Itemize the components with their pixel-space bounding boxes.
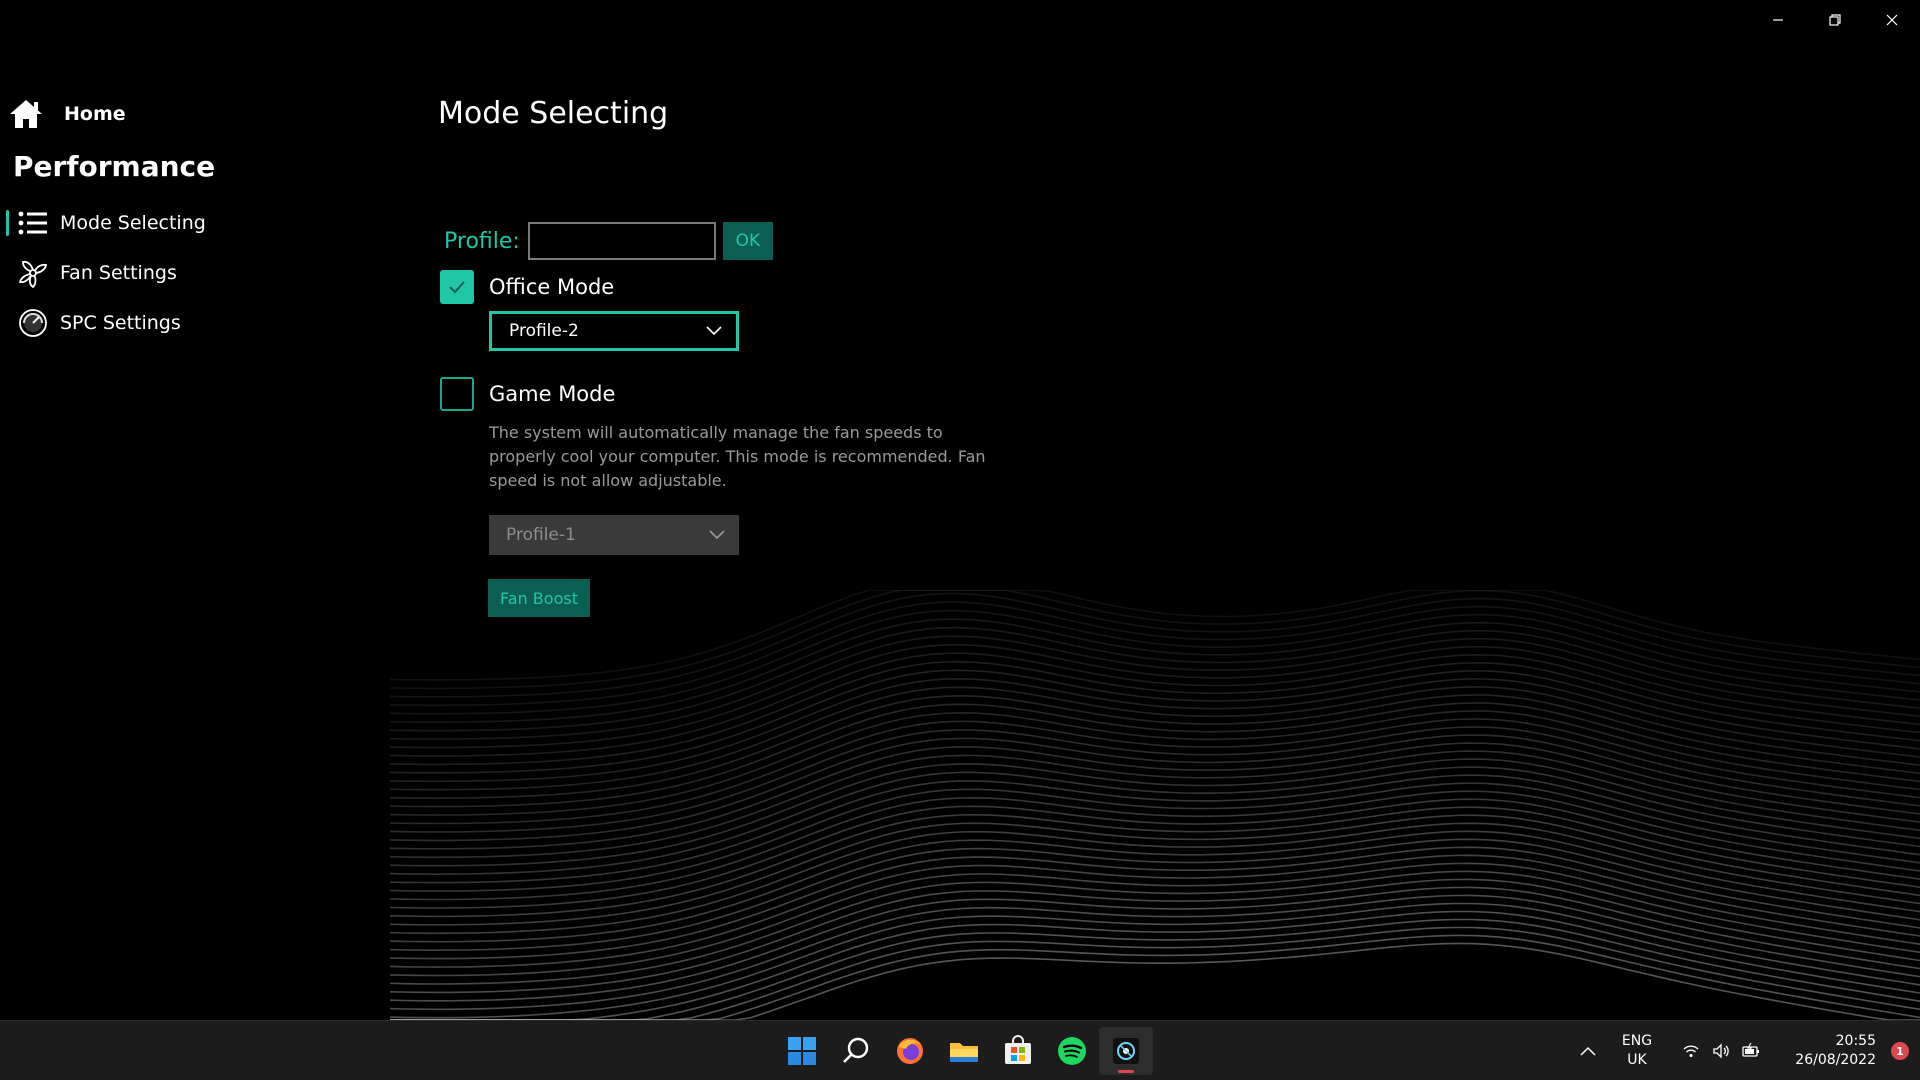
chevron-down-icon xyxy=(706,326,722,336)
chevron-down-icon xyxy=(709,530,725,540)
clock[interactable]: 20:55 26/08/2022 xyxy=(1766,1032,1884,1070)
spotify-app[interactable] xyxy=(1045,1027,1099,1075)
volume-icon xyxy=(1706,1036,1736,1066)
battery-charging-icon xyxy=(1736,1036,1766,1066)
language-indicator[interactable]: ENG UK xyxy=(1606,1032,1668,1070)
office-mode-profile-dropdown[interactable]: Profile-2 xyxy=(489,311,739,351)
office-mode-checkbox-row[interactable]: Office Mode xyxy=(440,270,614,304)
sidebar-nav: Mode Selecting Fan Settings SPC Settings xyxy=(0,198,380,348)
search-icon xyxy=(843,1037,869,1063)
sidebar-item-label: Fan Settings xyxy=(60,262,177,284)
game-mode-checkbox-row[interactable]: Game Mode xyxy=(440,377,615,411)
home-nav-button[interactable]: Home xyxy=(0,90,380,138)
office-mode-label: Office Mode xyxy=(489,275,615,299)
dropdown-value: Profile-1 xyxy=(506,525,576,545)
taskbar: ENG UK 20:55 26/08/2022 1 xyxy=(0,1020,1920,1080)
wave-line xyxy=(390,910,1920,1020)
checkmark-icon xyxy=(449,281,465,294)
quick-settings[interactable] xyxy=(1676,1036,1766,1066)
file-explorer-app[interactable] xyxy=(937,1027,991,1075)
clock-time: 20:55 xyxy=(1835,1033,1876,1049)
home-icon xyxy=(10,100,42,128)
home-label: Home xyxy=(64,103,126,125)
ok-button[interactable]: OK xyxy=(722,222,773,260)
windows-start-icon xyxy=(788,1037,816,1065)
profile-label: Profile: xyxy=(444,228,520,254)
search-button[interactable] xyxy=(829,1027,883,1075)
section-title: Performance xyxy=(13,150,216,183)
wave-background xyxy=(390,590,1920,1020)
microsoft-store-icon xyxy=(1005,1035,1031,1064)
taskbar-apps xyxy=(775,1027,1153,1075)
wifi-icon xyxy=(1676,1036,1706,1066)
game-mode-checkbox[interactable] xyxy=(440,377,474,411)
show-hidden-icons-button[interactable] xyxy=(1570,1021,1606,1080)
game-mode-label: Game Mode xyxy=(489,382,616,406)
wave-line xyxy=(390,830,1920,943)
wave-line xyxy=(390,918,1920,1020)
gauge-icon xyxy=(16,307,50,339)
profile-row: Profile: OK xyxy=(444,222,773,260)
restore-button[interactable] xyxy=(1806,0,1863,40)
language-region: UK xyxy=(1627,1052,1647,1068)
microsoft-store-app[interactable] xyxy=(991,1027,1045,1075)
language-code: ENG xyxy=(1621,1033,1653,1049)
close-icon xyxy=(1886,14,1897,26)
window-controls xyxy=(1749,0,1920,40)
office-mode-checkbox[interactable] xyxy=(440,270,474,304)
fan-boost-button[interactable]: Fan Boost xyxy=(488,579,590,617)
chevron-up-icon xyxy=(1580,1046,1596,1056)
minimize-icon xyxy=(1772,19,1783,21)
restore-icon xyxy=(1828,14,1841,26)
sidebar: Home Performance Mode Selecting Fan Sett… xyxy=(0,90,380,348)
control-center-icon xyxy=(1113,1038,1139,1064)
clock-date: 26/08/2022 xyxy=(1795,1052,1876,1068)
dropdown-value: Profile-2 xyxy=(509,321,579,341)
list-icon xyxy=(16,207,50,239)
sidebar-item-label: SPC Settings xyxy=(60,312,181,334)
close-button[interactable] xyxy=(1863,0,1920,40)
notification-badge: 1 xyxy=(1891,1042,1909,1060)
game-mode-description: The system will automatically manage the… xyxy=(489,423,986,490)
start-button[interactable] xyxy=(775,1027,829,1075)
wave-line xyxy=(390,686,1920,791)
mode-panel: Profile: OK Office Mode Profile-2 Game M… xyxy=(438,96,1138,636)
notification-center-button[interactable]: 1 xyxy=(1884,1021,1916,1080)
control-center-app[interactable] xyxy=(1099,1027,1153,1075)
sidebar-item-mode-selecting[interactable]: Mode Selecting xyxy=(0,198,380,248)
minimize-button[interactable] xyxy=(1749,0,1806,40)
sidebar-item-fan-settings[interactable]: Fan Settings xyxy=(0,248,380,298)
sidebar-item-spc-settings[interactable]: SPC Settings xyxy=(0,298,380,348)
spotify-icon xyxy=(1058,1037,1086,1065)
file-explorer-icon xyxy=(950,1043,978,1062)
profile-name-input[interactable] xyxy=(527,222,716,260)
sidebar-item-label: Mode Selecting xyxy=(60,212,206,234)
game-mode-profile-dropdown[interactable]: Profile-1 xyxy=(489,515,739,555)
fan-icon xyxy=(16,257,50,289)
wave-line xyxy=(390,838,1920,952)
firefox-app[interactable] xyxy=(883,1027,937,1075)
firefox-icon xyxy=(897,1038,923,1064)
system-tray: ENG UK 20:55 26/08/2022 1 xyxy=(1570,1021,1920,1080)
